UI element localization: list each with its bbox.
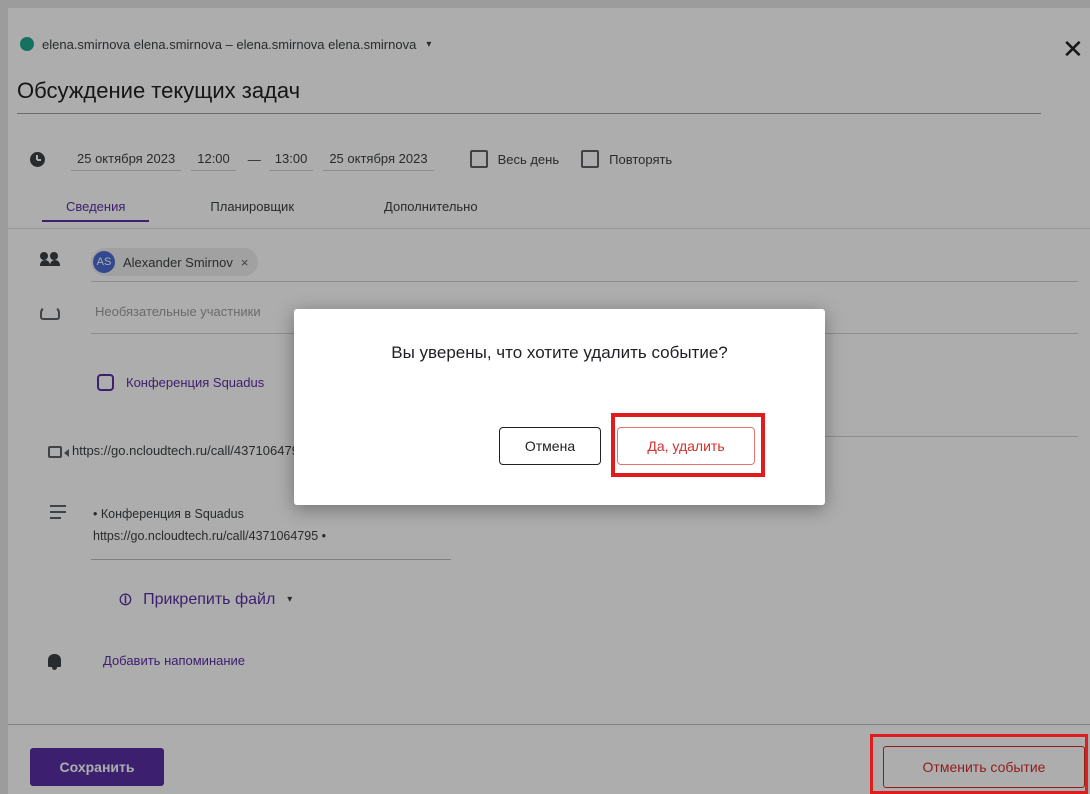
dialog-confirm-delete-button[interactable]: Да, удалить xyxy=(617,427,755,465)
dialog-message: Вы уверены, что хотите удалить событие? xyxy=(391,343,728,362)
confirm-delete-dialog: Вы уверены, что хотите удалить событие? … xyxy=(294,309,825,505)
dialog-cancel-button[interactable]: Отмена xyxy=(499,427,601,465)
